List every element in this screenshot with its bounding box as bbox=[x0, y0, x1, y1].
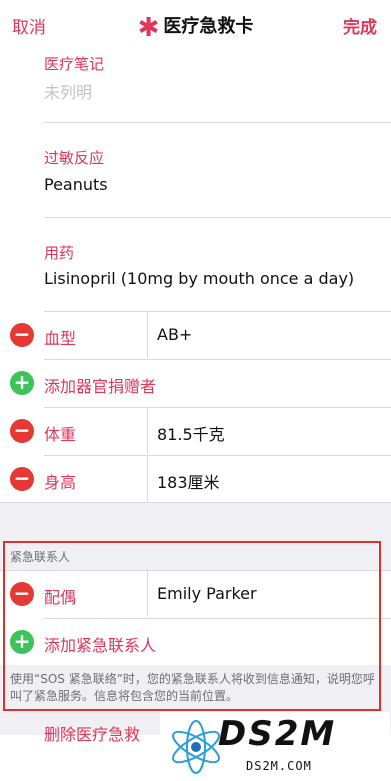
medications-value[interactable]: Lisinopril (10mg by mouth once a day) bbox=[44, 269, 354, 288]
divider bbox=[44, 217, 391, 218]
watermark-logo: DS2M DS2M.COM bbox=[160, 712, 390, 781]
blood-type-row: − 血型 AB+ bbox=[0, 312, 391, 358]
blood-type-value[interactable]: AB+ bbox=[157, 325, 192, 344]
watermark-big-text: DS2M bbox=[218, 714, 337, 754]
delete-medical-id-button[interactable]: 删除医疗急救 bbox=[44, 721, 140, 745]
page-title: ✱ 医疗急救卡 bbox=[0, 12, 391, 43]
column-divider bbox=[147, 408, 148, 454]
done-button[interactable]: 完成 bbox=[343, 13, 377, 38]
weight-row: − 体重 81.5千克 bbox=[0, 408, 391, 454]
column-divider bbox=[147, 312, 148, 358]
allergies-value[interactable]: Peanuts bbox=[44, 175, 108, 194]
add-organ-donor-label[interactable]: 添加器官捐赠者 bbox=[44, 373, 156, 397]
height-row: − 身高 183厘米 bbox=[0, 456, 391, 502]
height-value[interactable]: 183厘米 bbox=[157, 469, 220, 493]
height-label: 身高 bbox=[44, 473, 77, 492]
weight-value[interactable]: 81.5千克 bbox=[157, 421, 225, 445]
weight-label: 体重 bbox=[44, 425, 77, 444]
minus-circle-icon[interactable]: − bbox=[10, 419, 34, 443]
navigation-bar: 取消 ✱ 医疗急救卡 完成 bbox=[0, 0, 391, 48]
divider bbox=[44, 122, 391, 123]
medical-star-icon: ✱ bbox=[137, 13, 160, 43]
atom-logo-icon bbox=[172, 720, 220, 774]
medical-notes-label: 医疗笔记 bbox=[44, 55, 105, 73]
page-title-text: 医疗急救卡 bbox=[163, 16, 254, 37]
watermark-small-text: DS2M.COM bbox=[246, 759, 312, 773]
highlight-box bbox=[3, 541, 381, 711]
allergies-label: 过敏反应 bbox=[44, 149, 105, 167]
add-organ-donor-row[interactable]: + 添加器官捐赠者 bbox=[0, 360, 391, 406]
minus-circle-icon[interactable]: − bbox=[10, 323, 34, 347]
plus-circle-icon[interactable]: + bbox=[10, 371, 34, 395]
blood-type-label: 血型 bbox=[44, 329, 77, 348]
minus-circle-icon[interactable]: − bbox=[10, 467, 34, 491]
medications-label: 用药 bbox=[44, 244, 75, 262]
column-divider bbox=[147, 456, 148, 502]
medical-notes-placeholder[interactable]: 未列明 bbox=[44, 79, 92, 103]
